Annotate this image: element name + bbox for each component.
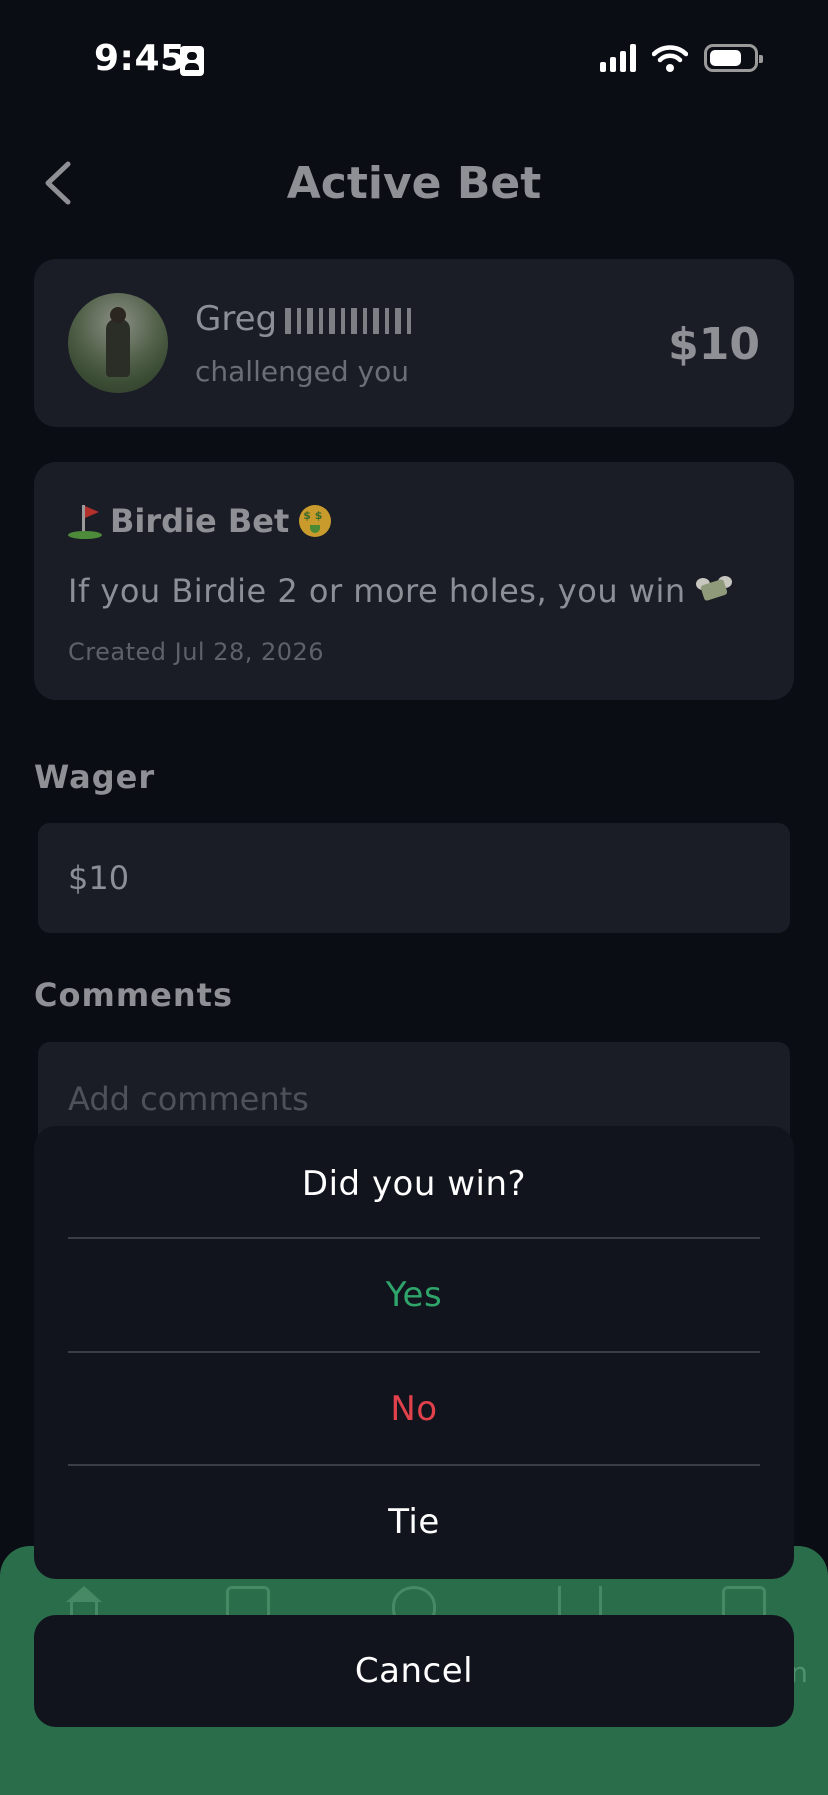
status-icons: [600, 44, 763, 72]
no-option[interactable]: No: [68, 1353, 760, 1465]
redacted-last-name: [285, 307, 418, 334]
bet-description: If you Birdie 2 or more holes, you win: [68, 572, 686, 610]
money-mouth-face-icon: [299, 505, 332, 537]
screen: 9:45 Active Bet Greg challenged you $10: [0, 0, 828, 1795]
yes-option[interactable]: Yes: [68, 1239, 760, 1351]
challenger-amount: $10: [668, 319, 760, 370]
battery-icon: [704, 44, 763, 72]
bet-title: Birdie Bet: [110, 502, 290, 540]
id-card-icon: [180, 46, 204, 76]
cancel-button[interactable]: Cancel: [34, 1615, 794, 1727]
avatar: [68, 293, 168, 393]
golf-flag-icon: [68, 503, 104, 539]
action-sheet: Did you win? Yes No Tie: [34, 1126, 794, 1579]
challenger-first-name: Greg: [195, 299, 278, 339]
bet-title-row: Birdie Bet: [68, 502, 332, 540]
challenger-name: Greg: [195, 299, 418, 339]
cellular-signal-icon: [600, 44, 636, 72]
action-sheet-title: Did you win?: [301, 1164, 527, 1204]
bet-description-row: If you Birdie 2 or more holes, you win: [68, 572, 732, 610]
tie-option[interactable]: Tie: [68, 1466, 760, 1578]
wager-field[interactable]: $10: [38, 823, 790, 933]
page-title: Active Bet: [286, 158, 542, 209]
bet-created-date: Created Jul 28, 2026: [68, 638, 325, 666]
comments-label: Comments: [34, 976, 233, 1014]
money-with-wings-icon: [695, 576, 732, 606]
challenger-subtitle: challenged you: [195, 355, 409, 388]
wifi-icon: [652, 45, 688, 72]
challenger-card[interactable]: Greg challenged you $10: [34, 259, 794, 427]
status-time: 9:45: [94, 38, 186, 79]
bet-card: Birdie Bet If you Birdie 2 or more holes…: [34, 462, 794, 700]
wager-label: Wager: [34, 758, 156, 796]
